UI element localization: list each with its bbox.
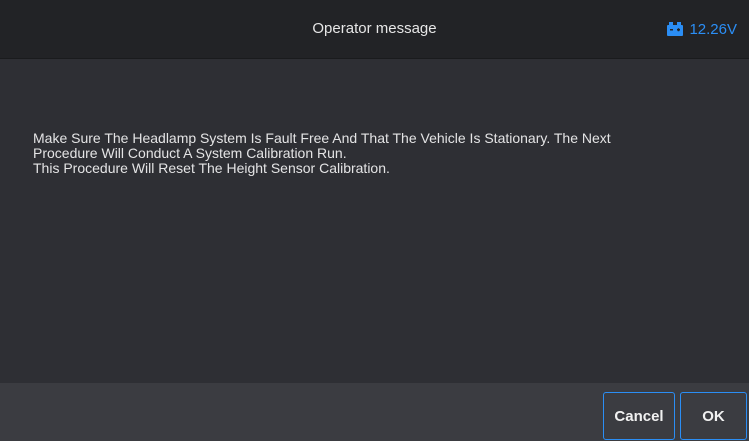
title-bar: Operator message 12.26V (0, 0, 749, 59)
operator-message-text: Make Sure The Headlamp System Is Fault F… (33, 131, 723, 176)
voltage-value: 12.26V (689, 20, 737, 38)
car-battery-icon (666, 21, 684, 37)
cancel-button[interactable]: Cancel (603, 392, 675, 440)
message-area (0, 59, 749, 381)
message-line: Make Sure The Headlamp System Is Fault F… (33, 130, 611, 146)
ok-button[interactable]: OK (680, 392, 747, 440)
message-line: Procedure Will Conduct A System Calibrat… (33, 145, 347, 161)
footer-toolbar: Cancel OK (0, 383, 749, 441)
operator-message-dialog: Operator message 12.26V Make Sure The He… (0, 0, 749, 441)
message-line: This Procedure Will Reset The Height Sen… (33, 160, 390, 176)
battery-voltage-indicator: 12.26V (666, 0, 737, 58)
page-title: Operator message (312, 20, 437, 37)
